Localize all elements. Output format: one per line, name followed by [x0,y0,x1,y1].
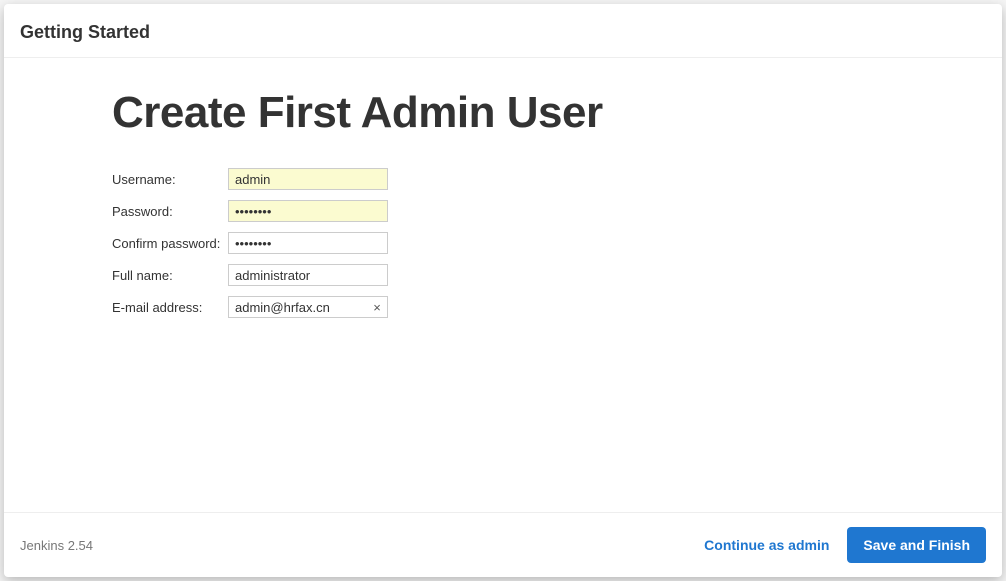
row-password: Password: [112,200,982,222]
modal-footer: Jenkins 2.54 Continue as admin Save and … [4,512,1002,577]
save-and-finish-button[interactable]: Save and Finish [847,527,986,563]
label-password: Password: [112,204,228,219]
getting-started-modal: Getting Started Create First Admin User … [4,4,1002,577]
fullname-input[interactable] [228,264,388,286]
label-email: E-mail address: [112,300,228,315]
page-title: Create First Admin User [112,88,982,138]
password-input[interactable] [228,200,388,222]
username-input[interactable] [228,168,388,190]
row-fullname: Full name: [112,264,982,286]
footer-actions: Continue as admin Save and Finish [704,527,986,563]
label-confirm-password: Confirm password: [112,236,228,251]
modal-header: Getting Started [4,4,1002,58]
modal-body: Create First Admin User Username: Passwo… [4,58,1002,512]
clear-icon[interactable]: × [370,300,384,314]
continue-as-admin-button[interactable]: Continue as admin [704,537,829,553]
version-label: Jenkins 2.54 [20,538,93,553]
row-email: E-mail address: × [112,296,982,318]
row-confirm-password: Confirm password: [112,232,982,254]
label-fullname: Full name: [112,268,228,283]
modal-title: Getting Started [20,22,986,43]
label-username: Username: [112,172,228,187]
row-username: Username: [112,168,982,190]
confirm-password-input[interactable] [228,232,388,254]
email-input[interactable] [228,296,388,318]
